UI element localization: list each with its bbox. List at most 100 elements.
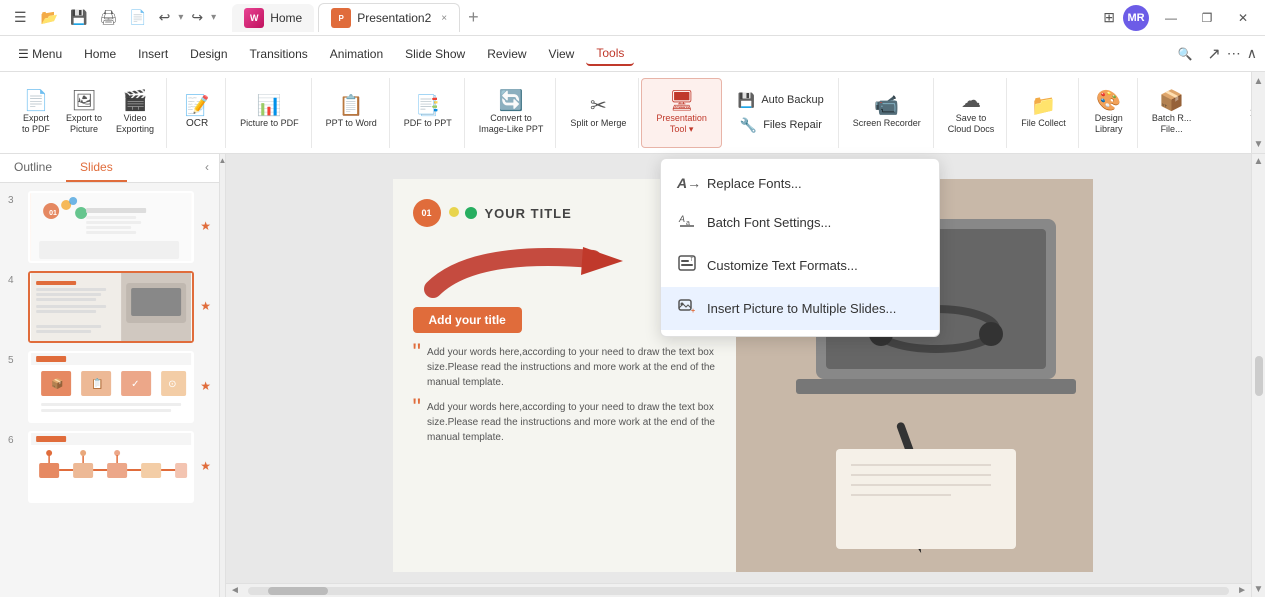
ribbon-group-picture-pdf: 📊 Picture to PDF	[228, 78, 312, 148]
menu-hamburger[interactable]: ☰ Menu	[8, 43, 72, 65]
pdf-to-ppt-button[interactable]: 📑 PDF to PPT	[398, 92, 458, 133]
redo-icon[interactable]: ↪	[187, 9, 207, 26]
maximize-button[interactable]: ❐	[1193, 4, 1221, 32]
video-exporting-button[interactable]: 🎬 VideoExporting	[110, 87, 160, 139]
quick-access-more-icon[interactable]: ▾	[211, 12, 216, 23]
slide-thumb-3: 01	[28, 191, 194, 263]
menu-animation[interactable]: Animation	[320, 43, 393, 65]
batch-label: Batch R...File...	[1152, 113, 1192, 135]
undo-icon[interactable]: ↩	[155, 9, 175, 26]
svg-text:+: +	[691, 308, 695, 315]
slide-star-6[interactable]: ★	[200, 431, 211, 473]
menu-view[interactable]: View	[539, 43, 585, 65]
split-or-merge-button[interactable]: ✂ Split or Merge	[564, 92, 632, 133]
slide-item-4[interactable]: 4	[8, 271, 211, 343]
split-merge-label: Split or Merge	[570, 118, 626, 129]
auto-backup-icon: 💾	[738, 92, 755, 109]
print-icon[interactable]: 🖨	[95, 9, 121, 26]
customize-text-formats-item[interactable]: T Customize Text Formats...	[661, 244, 939, 287]
home-tab[interactable]: W Home	[232, 4, 314, 32]
menu-review[interactable]: Review	[477, 43, 536, 65]
batch-font-icon: A a	[677, 211, 697, 234]
open-icon[interactable]: 📂	[37, 9, 62, 26]
slide-3-svg: 01	[30, 193, 192, 263]
replace-fonts-icon: A→	[677, 175, 697, 191]
add-title-button[interactable]: Add your title	[413, 307, 522, 333]
scroll-down-btn[interactable]: ▼	[1254, 584, 1264, 595]
new-tab-button[interactable]: +	[468, 7, 479, 28]
replace-fonts-item[interactable]: A→ Replace Fonts...	[661, 165, 939, 201]
user-avatar[interactable]: MR	[1123, 5, 1149, 31]
ocr-button[interactable]: 📝 OCR	[175, 92, 219, 133]
scroll-up-arrow[interactable]: ▲	[220, 156, 226, 165]
slide-thumb-inner-5: 📦 📋 ✓ ⊙	[30, 353, 192, 423]
convert-label: Convert toImage-Like PPT	[479, 113, 544, 135]
screen-recorder-button[interactable]: 📹 Screen Recorder	[847, 92, 927, 133]
close-window-button[interactable]: ✕	[1229, 4, 1257, 32]
ribbon-scroll-down[interactable]: ▼	[1254, 139, 1264, 150]
presentation-tool-button[interactable]: 🖥 PresentationTool ▾	[650, 87, 713, 139]
outline-tab[interactable]: Outline	[0, 154, 66, 182]
undo-dropdown-icon[interactable]: ▾	[178, 12, 183, 23]
slides-tab[interactable]: Slides	[66, 154, 127, 182]
convert-imagelike-button[interactable]: 🔄 Convert toImage-Like PPT	[473, 87, 550, 139]
more-menu-icon[interactable]: ⋯	[1227, 45, 1241, 62]
monitor-icon[interactable]: ⊞	[1103, 9, 1115, 26]
insert-picture-multiple-item[interactable]: + Insert Picture to Multiple Slides...	[661, 287, 939, 330]
slide-item-3[interactable]: 3 01	[8, 191, 211, 263]
title-bar: ☰ 📂 💾 🖨 📄 ↩ ▾ ↪ ▾ W Home P Presentation2…	[0, 0, 1265, 36]
quote-text-1: Add your words here,according to your ne…	[427, 345, 715, 390]
slide-item-5[interactable]: 5 📦 📋	[8, 351, 211, 423]
slide-star-4[interactable]: ★	[200, 271, 211, 313]
presentation-tab[interactable]: P Presentation2 ×	[318, 3, 460, 32]
pdf-ppt-label: PDF to PPT	[404, 118, 452, 129]
batch-button[interactable]: 📦 Batch R...File...	[1146, 87, 1198, 139]
file-collect-button[interactable]: 📁 File Collect	[1015, 92, 1072, 133]
pdf-icon[interactable]: 📄	[125, 9, 150, 26]
batch-font-settings-item[interactable]: A a Batch Font Settings...	[661, 201, 939, 244]
cloud-label: Save toCloud Docs	[948, 113, 995, 135]
slide-item-6[interactable]: 6	[8, 431, 211, 503]
scroll-thumb[interactable]	[1255, 356, 1263, 396]
menu-slideshow[interactable]: Slide Show	[395, 43, 475, 65]
share-icon[interactable]: ↗	[1207, 44, 1220, 64]
save-cloud-button[interactable]: ☁ Save toCloud Docs	[942, 87, 1001, 139]
slide-star-3[interactable]: ★	[200, 191, 211, 233]
search-button[interactable]: 🔍	[1173, 42, 1197, 66]
auto-backup-label: Auto Backup	[761, 94, 823, 106]
slide-star-5[interactable]: ★	[200, 351, 211, 393]
ribbon-scroll-up[interactable]: ▲	[1254, 76, 1264, 87]
menu-home[interactable]: Home	[74, 43, 126, 65]
ribbon-group-ocr: 📝 OCR	[169, 78, 226, 148]
design-library-button[interactable]: 🎨 DesignLibrary	[1087, 87, 1131, 139]
ribbon-group-pdf-ppt: 📑 PDF to PPT	[392, 78, 465, 148]
screen-recorder-icon: 📹	[874, 96, 899, 116]
tab-close-button[interactable]: ×	[441, 13, 447, 24]
auto-backup-button[interactable]: 💾 Auto Backup	[730, 89, 832, 112]
menu-design[interactable]: Design	[180, 43, 237, 65]
scroll-left-btn[interactable]: ◄	[226, 585, 244, 596]
slide-thumb-inner-6	[30, 433, 192, 503]
export-to-pdf-button[interactable]: 📄 Exportto PDF	[14, 87, 58, 139]
insert-picture-multiple-icon: +	[677, 297, 697, 320]
menu-transitions[interactable]: Transitions	[240, 43, 318, 65]
menu-icon[interactable]: ☰	[8, 9, 33, 26]
scroll-right-btn[interactable]: ►	[1233, 585, 1251, 596]
quote-icon-2: "	[413, 396, 422, 445]
save-icon[interactable]: 💾	[66, 9, 91, 26]
files-repair-button[interactable]: 🔧 Files Repair	[732, 114, 830, 137]
ppt-logo: P	[331, 8, 351, 28]
export-to-picture-button[interactable]: 🖼 Export toPicture	[60, 87, 108, 139]
scroll-up-btn[interactable]: ▲	[1254, 156, 1264, 167]
menu-tools[interactable]: Tools	[586, 42, 634, 66]
picture-to-pdf-button[interactable]: 📊 Picture to PDF	[234, 92, 305, 133]
collapse-ribbon-icon[interactable]: ∧	[1247, 45, 1257, 62]
slide-panel-close-button[interactable]: ‹	[195, 154, 219, 182]
menu-insert[interactable]: Insert	[128, 43, 178, 65]
ppt-to-word-button[interactable]: 📋 PPT to Word	[320, 92, 383, 133]
ocr-label: OCR	[186, 118, 208, 129]
insert-pic-svg: +	[678, 297, 696, 315]
minimize-button[interactable]: —	[1157, 4, 1185, 32]
h-scroll-thumb[interactable]	[268, 587, 328, 595]
pdf-ppt-icon: 📑	[415, 96, 440, 116]
